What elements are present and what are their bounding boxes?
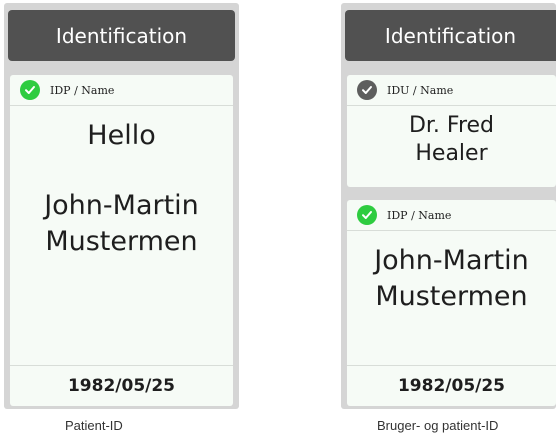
patient-name-line2: Mustermen [45, 226, 198, 257]
check-icon [357, 205, 377, 225]
patient-card[interactable]: IDP / Name John-Martin Mustermen 1982/05… [347, 200, 556, 406]
header-title: Identification [55, 23, 188, 48]
user-name-line2: Healer [415, 141, 488, 166]
birth-date: 1982/05/25 [10, 365, 233, 406]
patient-id-screen: Identification IDP / Name Hello John-Mar… [4, 3, 239, 409]
patient-card-header: IDP / Name [347, 200, 556, 231]
birth-date-value: 1982/05/25 [397, 376, 506, 396]
screen-header: Identification [8, 10, 235, 61]
caption-user-patient-id: Bruger- og patient-ID [377, 418, 499, 433]
caption-patient-id: Patient-ID [65, 418, 123, 433]
user-patient-id-screen: Identification IDU / Name Dr. Fred Heale… [341, 3, 556, 409]
header-title: Identification [384, 23, 517, 48]
check-icon [20, 80, 40, 100]
birth-date: 1982/05/25 [347, 365, 556, 406]
patient-name-line1: John-Martin [44, 190, 199, 221]
user-card-label: IDU / Name [387, 83, 454, 97]
user-name-line1: Dr. Fred [408, 113, 495, 138]
patient-card-header: IDP / Name [10, 75, 233, 106]
patient-name-line2: Mustermen [375, 281, 528, 312]
patient-card[interactable]: IDP / Name Hello John-Martin Mustermen 1… [10, 75, 233, 406]
patient-card-label: IDP / Name [387, 208, 452, 222]
screen-header: Identification [345, 10, 556, 61]
patient-name-line1: John-Martin [374, 245, 529, 276]
patient-card-label: IDP / Name [50, 83, 115, 97]
greeting-text: Hello [87, 120, 156, 151]
user-card[interactable]: IDU / Name Dr. Fred Healer [347, 75, 556, 187]
birth-date-value: 1982/05/25 [67, 376, 176, 396]
check-icon [357, 80, 377, 100]
user-card-header: IDU / Name [347, 75, 556, 106]
